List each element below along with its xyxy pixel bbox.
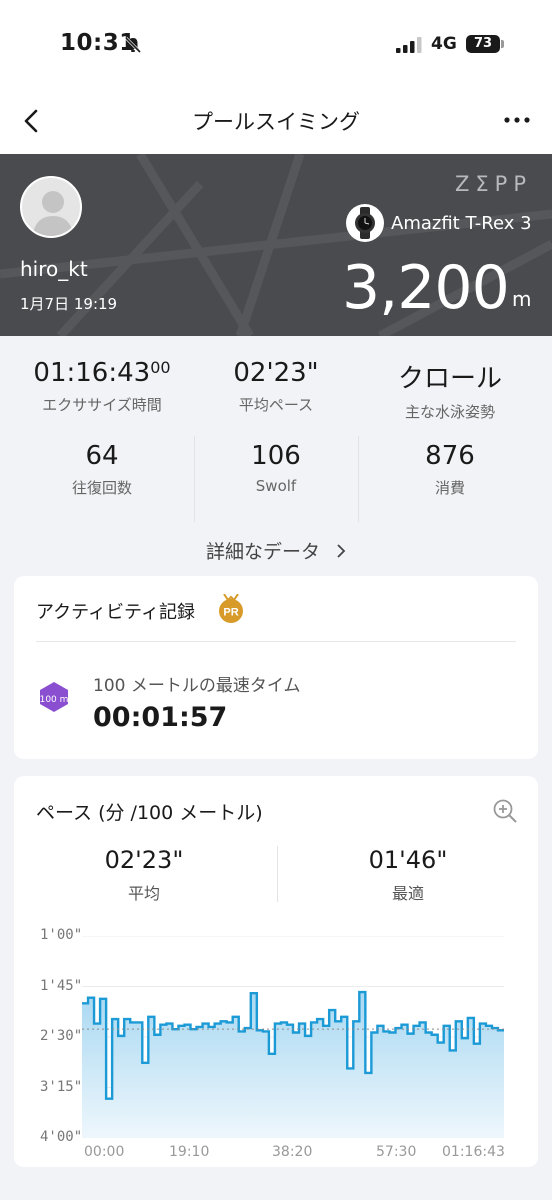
pace-chart (82, 936, 504, 1138)
x-tick-label: 00:00 (84, 1144, 125, 1160)
calories-label: 消費 (434, 479, 465, 497)
record-label: 100 メートルの最速タイム (93, 676, 301, 696)
duration-value: 01:16:43 (33, 358, 151, 388)
y-tick-label: 3'15" (40, 1078, 83, 1095)
avatar[interactable] (20, 176, 82, 238)
x-tick-label: 01:16:43 (442, 1144, 505, 1160)
y-tick-label: 1'00" (40, 927, 83, 943)
pace-best-label: 最適 (391, 884, 424, 903)
avg-pace-value: 02'23" (233, 358, 319, 388)
more-options-icon[interactable] (502, 110, 532, 130)
stat-stroke: クロール 主な水泳姿勢 (368, 358, 532, 422)
stroke-value: クロール (397, 364, 502, 394)
page-title: プールスイミング (192, 110, 360, 134)
battery-icon: 73 (466, 35, 500, 53)
network-type: 4G (431, 34, 457, 54)
watch-icon (346, 204, 384, 242)
divider (277, 846, 278, 902)
y-tick-label: 2'30" (40, 1028, 83, 1044)
brand-logo: ZΣPP (455, 172, 532, 196)
pace-area (82, 992, 504, 1138)
stat-calories: 876 消費 (368, 441, 532, 498)
y-tick-label: 1'45" (40, 977, 83, 994)
pace-card-title: ペース (分 /100 メートル) (36, 802, 263, 824)
avg-pace-label: 平均ペース (238, 396, 314, 414)
distance-record-icon: 100 m (40, 682, 69, 712)
divider (36, 641, 516, 642)
stroke-label: 主な水泳姿勢 (404, 403, 495, 421)
x-tick-label: 19:10 (169, 1144, 210, 1160)
total-distance: 3,200 (342, 253, 510, 323)
record-badge-text: 100 m (40, 695, 69, 705)
stat-divider (194, 436, 195, 522)
nav-bar: プールスイミング (0, 90, 552, 154)
stat-divider (358, 436, 359, 522)
calories-value: 876 (425, 441, 475, 471)
stats-grid: 01:16:4300 エクササイズ時間 02'23" 平均ペース クロール 主な… (0, 336, 552, 526)
chevron-right-icon (337, 544, 346, 558)
username: hiro_kt (20, 257, 88, 281)
pace-average: 02'23" 平均 (24, 846, 264, 904)
pace-best: 01'46" 最適 (288, 846, 528, 904)
activity-records-card[interactable]: アクティビティ記録 PR 100 m 100 メートルの最速タイム 00:01:… (14, 576, 538, 759)
device-name: Amazfit T-Rex 3 (391, 213, 532, 234)
pr-medal-icon: PR (219, 594, 243, 623)
x-tick-label: 57:30 (376, 1144, 417, 1160)
detailed-data-link[interactable]: 詳細なデータ (0, 537, 552, 564)
stat-avg-pace: 02'23" 平均ペース (194, 358, 358, 415)
pace-best-value: 01'46" (368, 846, 448, 874)
pace-average-label: 平均 (127, 884, 160, 903)
duration-label: エクササイズ時間 (42, 396, 162, 414)
workout-datetime: 1月7日 19:19 (20, 295, 118, 313)
swolf-value: 106 (251, 441, 301, 471)
zoom-in-icon[interactable] (492, 798, 518, 824)
stat-swolf: 106 Swolf (194, 441, 358, 495)
battery-cap (501, 40, 504, 48)
laps-label: 往復回数 (71, 479, 132, 497)
status-bar: 10:31 4G 73 (0, 0, 552, 90)
bell-off-icon (124, 36, 142, 54)
pace-average-value: 02'23" (104, 846, 184, 874)
laps-value: 64 (85, 441, 119, 471)
signal-icon (396, 37, 422, 53)
detailed-data-label: 詳細なデータ (205, 541, 320, 563)
swolf-label: Swolf (255, 477, 297, 495)
distance-unit: m (512, 287, 532, 311)
duration-fraction: 00 (150, 358, 171, 377)
workout-summary-header: hiro_kt 1月7日 19:19 ZΣPP Amazfit T-Rex 3 … (0, 154, 552, 336)
stat-laps: 64 往復回数 (20, 441, 184, 498)
activity-records-title: アクティビティ記録 (36, 602, 195, 623)
pace-card: ペース (分 /100 メートル) 02'23" 平均 01'46" 最適 1'… (14, 776, 538, 1167)
x-tick-label: 38:20 (272, 1144, 313, 1160)
y-tick-label: 4'00" (40, 1129, 83, 1145)
record-value: 00:01:57 (93, 702, 228, 733)
stat-duration: 01:16:4300 エクササイズ時間 (20, 358, 184, 415)
pr-badge-text: PR (223, 607, 238, 619)
